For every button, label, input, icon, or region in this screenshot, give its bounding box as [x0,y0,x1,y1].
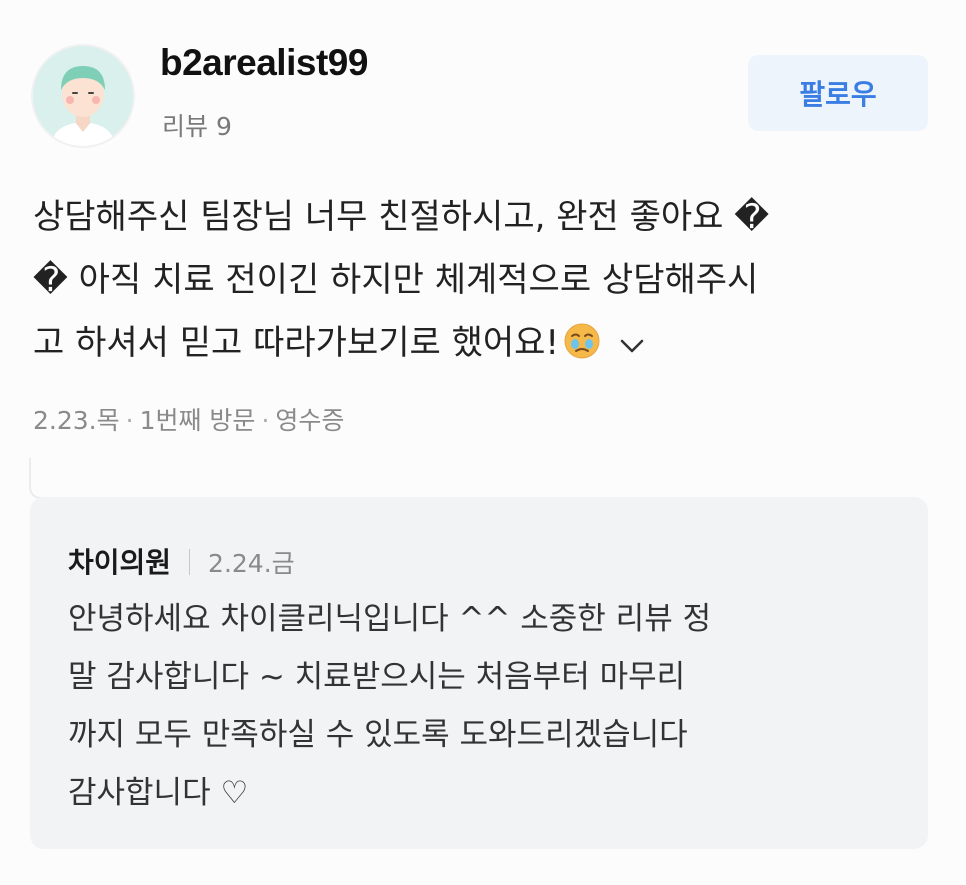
review-text-line: � 아직 치료 전이긴 하지만 체계적으로 상담해주시 [33,260,759,300]
crying-face-emoji-icon [564,323,600,359]
verification-type: 영수증 [275,406,345,435]
follow-button[interactable]: 팔로우 [748,55,928,131]
meta-separator: · [125,406,134,435]
reply-text-line: 까지 모두 만족하실 수 있도록 도와드리겠습니다 [68,717,688,753]
divider [189,549,191,575]
reply-text-line: 안녕하세요 차이클리닉입니다 ^^ 소중한 리뷰 정 [68,601,712,637]
owner-reply: 차이의원 2.24.금 안녕하세요 차이클리닉입니다 ^^ 소중한 리뷰 정 말 … [30,497,928,849]
review-text-line: 상담해주신 팀장님 너무 친절하시고, 완전 좋아요 � [33,197,770,237]
reply-text-line: 감사합니다 ♡ [68,775,249,811]
avatar[interactable] [33,46,133,146]
reviewer-username[interactable]: b2arealist99 [160,42,368,84]
review-meta: 2.23.목 · 1번째 방문 · 영수증 [33,401,344,437]
reply-header: 차이의원 2.24.금 [68,541,295,581]
review-text: 상담해주신 팀장님 너무 친절하시고, 완전 좋아요 � � 아직 치료 전이긴… [33,186,913,375]
reply-text-line: 말 감사합니다 ~ 치료받으시는 처음부터 마무리 [68,659,686,695]
reviewer-review-count: 리뷰 9 [162,112,232,141]
visit-count: 1번째 방문 [139,406,256,435]
reply-connector [29,458,68,499]
chevron-down-icon[interactable] [619,336,645,356]
meta-separator: · [261,406,270,435]
reply-text: 안녕하세요 차이클리닉입니다 ^^ 소중한 리뷰 정 말 감사합니다 ~ 치료받… [68,590,908,822]
reply-date: 2.24.금 [208,549,295,578]
review-text-line-last: 고 하셔서 믿고 따라가보기로 했어요! [33,312,913,375]
review-card: b2arealist99 리뷰 9 팔로우 상담해주신 팀장님 너무 친절하시고… [0,0,966,885]
review-date: 2.23.목 [33,406,120,435]
reply-author[interactable]: 차이의원 [68,546,171,579]
review-text-line: 고 하셔서 믿고 따라가보기로 했어요! [33,323,560,363]
user-avatar-icon [33,46,133,146]
